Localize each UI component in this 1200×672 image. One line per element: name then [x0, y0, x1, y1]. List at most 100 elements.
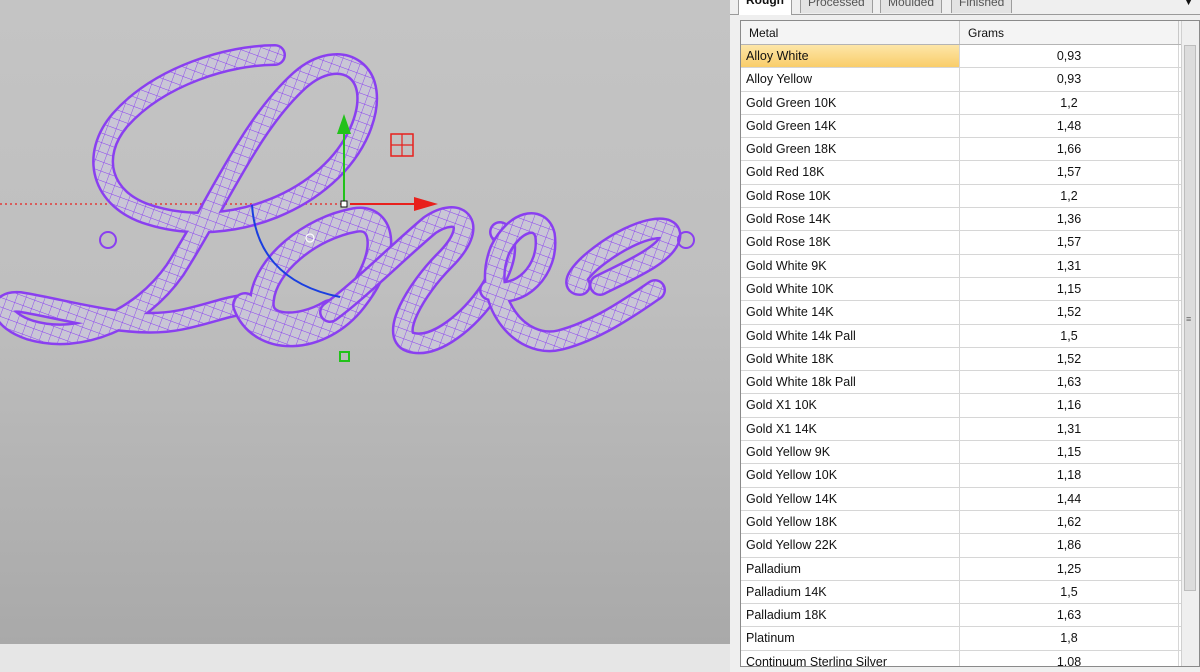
cell-grams[interactable]: 1,57 [960, 161, 1179, 184]
table-row[interactable]: Gold Green 14K 1,48 [741, 114, 1181, 139]
tab-moulded[interactable]: Moulded [880, 0, 943, 13]
cell-metal[interactable]: Gold X1 14K [741, 417, 960, 441]
table-row[interactable]: Gold Yellow 9K 1,15 [741, 441, 1181, 465]
table-row[interactable]: Palladium 18K 1,63 [741, 604, 1181, 628]
cell-grams[interactable]: 1,63 [960, 371, 1179, 394]
cell-metal[interactable]: Palladium 14K [741, 580, 960, 604]
cell-grams[interactable]: 1,36 [960, 208, 1179, 231]
cell-grams[interactable]: 1,62 [960, 510, 1179, 534]
table-row[interactable]: Gold White 18k Pall 1,63 [741, 371, 1181, 395]
cell-metal[interactable]: Gold White 10K [741, 277, 960, 301]
wireframe-scene [0, 44, 695, 362]
cell-grams[interactable]: 1,18 [960, 464, 1179, 487]
table-row[interactable]: Gold X1 14K 1,31 [741, 417, 1181, 442]
cell-metal[interactable]: Gold Green 14K [741, 114, 960, 138]
cell-grams[interactable]: 1,52 [960, 347, 1179, 371]
table-row[interactable]: Gold Rose 18K 1,57 [741, 231, 1181, 255]
cell-metal[interactable]: Gold White 18K [741, 347, 960, 371]
3d-viewport[interactable] [0, 0, 730, 644]
table-row[interactable]: Platinum 1,8 [741, 627, 1181, 651]
tab-rough[interactable]: Rough [738, 0, 792, 15]
cell-grams[interactable]: 1,15 [960, 277, 1179, 301]
cell-metal[interactable]: Gold Red 18K [741, 161, 960, 184]
cell-metal[interactable]: Gold Rose 10K [741, 184, 960, 208]
table-body: Alloy White 0,93 Alloy Yellow 0,93 Gold Gree… [741, 45, 1181, 666]
cell-grams[interactable]: 1,31 [960, 254, 1179, 277]
cell-metal[interactable]: Palladium [741, 557, 960, 580]
table-row[interactable]: Palladium 14K 1,5 [741, 580, 1181, 605]
column-header-metal[interactable]: Metal [741, 21, 960, 44]
table-row[interactable]: Gold Yellow 14K 1,44 [741, 487, 1181, 511]
cell-metal[interactable]: Gold White 9K [741, 254, 960, 277]
table-row[interactable]: Gold Green 18K 1,66 [741, 138, 1181, 162]
cell-grams[interactable]: 1,63 [960, 604, 1179, 627]
cell-grams[interactable]: 0,93 [960, 68, 1179, 91]
table-row[interactable]: Gold White 18K 1,52 [741, 347, 1181, 372]
scrollbar-thumb[interactable]: ≡ [1184, 45, 1196, 591]
cell-grams[interactable]: 1,8 [960, 627, 1179, 650]
cell-grams[interactable]: 1,48 [960, 114, 1179, 138]
cell-grams[interactable]: 1,66 [960, 138, 1179, 161]
cell-metal[interactable]: Continuum Sterling Silver [741, 650, 960, 666]
cell-grams[interactable]: 1,08 [960, 650, 1179, 666]
metal-weight-panel: Rough Processed Moulded Finished ▼ Metal… [730, 0, 1200, 672]
dropdown-arrow-icon[interactable]: ▼ [1183, 0, 1194, 8]
cell-grams[interactable]: 1,44 [960, 487, 1179, 510]
cell-metal[interactable]: Alloy White [741, 45, 960, 68]
table-row[interactable]: Gold White 14k Pall 1,5 [741, 324, 1181, 348]
column-header-grams[interactable]: Grams [960, 21, 1179, 44]
y-axis-arrow-icon [337, 114, 351, 134]
x-axis-arrow-icon [414, 197, 438, 211]
cell-grams[interactable]: 1,86 [960, 534, 1179, 557]
cell-metal[interactable]: Gold Yellow 10K [741, 464, 960, 487]
table-row[interactable]: Continuum Sterling Silver 1,08 [741, 650, 1181, 666]
cell-grams[interactable]: 1,52 [960, 301, 1179, 324]
table-row[interactable]: Palladium 1,25 [741, 557, 1181, 581]
cell-metal[interactable]: Gold Rose 14K [741, 208, 960, 231]
table-row[interactable]: Alloy Yellow 0,93 [741, 68, 1181, 92]
table-row[interactable]: Gold Rose 14K 1,36 [741, 208, 1181, 232]
cell-metal[interactable]: Gold Yellow 18K [741, 510, 960, 534]
table-row[interactable]: Gold Yellow 18K 1,62 [741, 510, 1181, 535]
cell-metal[interactable]: Gold White 18k Pall [741, 371, 960, 394]
cell-metal[interactable]: Gold X1 10K [741, 394, 960, 417]
table-row[interactable]: Gold Rose 10K 1,2 [741, 184, 1181, 209]
cell-metal[interactable]: Gold White 14k Pall [741, 324, 960, 347]
cell-grams[interactable]: 1,31 [960, 417, 1179, 441]
tab-finished[interactable]: Finished [951, 0, 1013, 13]
table-row[interactable]: Alloy White 0,93 [741, 45, 1181, 69]
cell-metal[interactable]: Gold Rose 18K [741, 231, 960, 254]
tab-processed[interactable]: Processed [800, 0, 873, 13]
table-row[interactable]: Gold Red 18K 1,57 [741, 161, 1181, 185]
cell-metal[interactable]: Gold Yellow 22K [741, 534, 960, 557]
cell-grams[interactable]: 1,16 [960, 394, 1179, 417]
stage-tabs: Rough Processed Moulded Finished ▼ [730, 0, 1200, 15]
table-row[interactable]: Gold White 9K 1,31 [741, 254, 1181, 278]
cell-metal[interactable]: Gold Green 10K [741, 91, 960, 114]
cell-metal[interactable]: Platinum [741, 627, 960, 650]
cell-metal[interactable]: Alloy Yellow [741, 68, 960, 91]
table-row[interactable]: Gold Yellow 10K 1,18 [741, 464, 1181, 488]
love-wireframe-model [0, 44, 695, 355]
viewport-status-strip [0, 644, 736, 672]
cell-grams[interactable]: 1,15 [960, 441, 1179, 464]
table-row[interactable]: Gold Yellow 22K 1,86 [741, 534, 1181, 558]
cell-grams[interactable]: 0,93 [960, 45, 1179, 68]
cell-grams[interactable]: 1,57 [960, 231, 1179, 254]
cell-metal[interactable]: Gold Yellow 14K [741, 487, 960, 510]
cell-metal[interactable]: Palladium 18K [741, 604, 960, 627]
table-row[interactable]: Gold White 14K 1,52 [741, 301, 1181, 325]
cell-grams[interactable]: 1,2 [960, 91, 1179, 114]
table-row[interactable]: Gold X1 10K 1,16 [741, 394, 1181, 418]
table-row[interactable]: Gold White 10K 1,15 [741, 277, 1181, 302]
cell-metal[interactable]: Gold Green 18K [741, 138, 960, 161]
cell-grams[interactable]: 1,5 [960, 324, 1179, 347]
cell-metal[interactable]: Gold Yellow 9K [741, 441, 960, 464]
vertical-scrollbar[interactable]: ≡ [1181, 21, 1199, 666]
cell-grams[interactable]: 1,25 [960, 557, 1179, 580]
cell-grams[interactable]: 1,2 [960, 184, 1179, 208]
cell-grams[interactable]: 1,5 [960, 580, 1179, 604]
table-row[interactable]: Gold Green 10K 1,2 [741, 91, 1181, 115]
cell-metal[interactable]: Gold White 14K [741, 301, 960, 324]
letter-l-wireframe [0, 44, 379, 346]
